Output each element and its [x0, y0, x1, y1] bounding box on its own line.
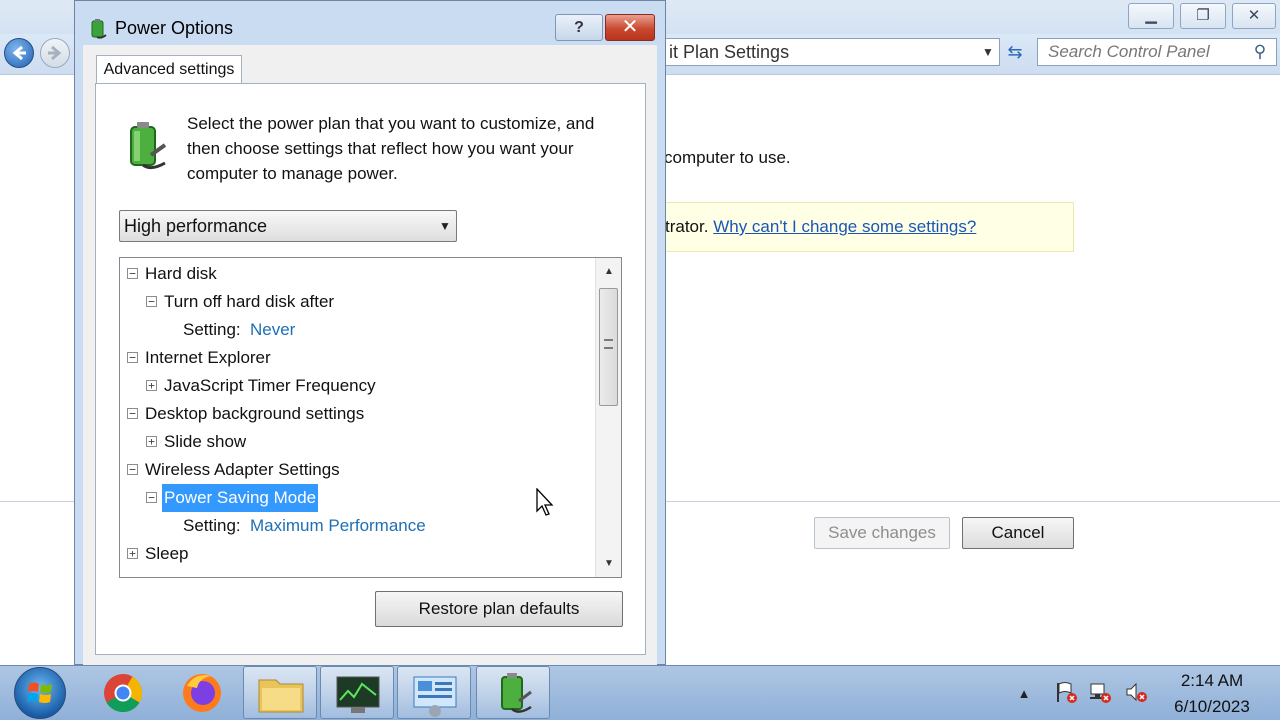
- windows-logo-icon: [27, 682, 52, 703]
- help-button[interactable]: ?: [555, 14, 603, 41]
- folder-icon: [258, 679, 304, 713]
- action-center-flag-icon[interactable]: [1054, 680, 1078, 704]
- clock-date[interactable]: 6/10/2023: [1164, 697, 1260, 717]
- firefox-icon: [183, 674, 221, 712]
- page-description: computer to use.: [664, 148, 791, 167]
- settings-tree[interactable]: − Hard disk − Turn off hard disk after S…: [119, 257, 622, 578]
- battery-plug-icon: [130, 122, 167, 170]
- forward-arrow-icon: [48, 45, 62, 61]
- tree-item-internet-explorer[interactable]: − Internet Explorer: [120, 344, 596, 372]
- back-button[interactable]: [4, 38, 34, 68]
- control-panel-icon: [413, 676, 457, 717]
- setting-key: Setting:: [183, 516, 241, 535]
- tree-label: Desktop background settings: [145, 404, 365, 423]
- restore-plan-defaults-button[interactable]: Restore plan defaults: [375, 591, 623, 627]
- tree-label: Hard disk: [145, 264, 217, 283]
- tree-item-desktop-background[interactable]: − Desktop background settings: [120, 400, 596, 428]
- tree-item-javascript-timer[interactable]: + JavaScript Timer Frequency: [120, 372, 596, 400]
- settings-help-link[interactable]: Why can't I change some settings?: [713, 217, 976, 236]
- power-options-icon: [91, 19, 107, 39]
- collapse-icon[interactable]: −: [127, 352, 138, 363]
- start-button[interactable]: [14, 667, 66, 719]
- show-hidden-icons-icon[interactable]: ▲: [1012, 682, 1036, 706]
- taskbar-chrome[interactable]: [86, 666, 160, 719]
- dialog-close-button[interactable]: ✕: [605, 14, 655, 41]
- tree-label: Turn off hard disk after: [164, 292, 335, 311]
- expand-icon[interactable]: +: [127, 548, 138, 559]
- scroll-down-icon[interactable]: ▼: [596, 553, 621, 575]
- refresh-icon[interactable]: ⇆: [1000, 38, 1030, 66]
- maximize-button[interactable]: ❐: [1180, 3, 1226, 29]
- volume-muted-icon[interactable]: [1124, 680, 1148, 704]
- tree-label: Sleep: [145, 544, 189, 563]
- forward-button[interactable]: [40, 38, 70, 68]
- tree-label-selected: Power Saving Mode: [162, 484, 319, 512]
- chevron-down-icon[interactable]: ▼: [978, 40, 998, 64]
- dialog-title: Power Options: [115, 18, 234, 38]
- address-input[interactable]: it Plan Settings: [660, 38, 1000, 66]
- tree-label: Internet Explorer: [145, 348, 271, 367]
- tree-item-hard-disk[interactable]: − Hard disk: [120, 260, 596, 288]
- info-bar-text: trator. Why can't I change some settings…: [665, 217, 976, 237]
- setting-key: Setting:: [183, 320, 241, 339]
- taskbar-firefox[interactable]: [165, 666, 239, 719]
- grip-icon: [604, 339, 613, 349]
- tree-label: Wireless Adapter Settings: [145, 460, 340, 479]
- info-text: trator.: [665, 217, 709, 236]
- power-plan-select[interactable]: High performance: [119, 210, 457, 242]
- scroll-up-icon[interactable]: ▲: [596, 260, 621, 284]
- clock-time[interactable]: 2:14 AM: [1172, 671, 1252, 691]
- back-arrow-icon: [12, 45, 26, 61]
- setting-value[interactable]: Never: [250, 316, 295, 344]
- taskbar-terminal[interactable]: [320, 666, 394, 719]
- battery-plug-icon: [501, 673, 532, 713]
- cancel-button[interactable]: Cancel: [962, 517, 1074, 549]
- tree-item-power-saving-mode[interactable]: − Power Saving Mode: [120, 484, 596, 512]
- power-options-dialog: Power Options ? ✕ Advanced settings Sele…: [74, 0, 666, 665]
- tree-item-slide-show[interactable]: + Slide show: [120, 428, 596, 456]
- minimize-button[interactable]: ▁: [1128, 3, 1174, 29]
- search-icon[interactable]: ⚲: [1248, 40, 1272, 64]
- tree-label: JavaScript Timer Frequency: [164, 376, 376, 395]
- tree-item-sleep[interactable]: + Sleep: [120, 540, 596, 568]
- search-input[interactable]: Search Control Panel: [1037, 38, 1277, 66]
- collapse-icon[interactable]: −: [127, 464, 138, 475]
- network-icon[interactable]: [1088, 680, 1112, 704]
- expand-icon[interactable]: +: [146, 380, 157, 391]
- chevron-down-icon[interactable]: ▼: [435, 210, 455, 242]
- mouse-cursor-icon: [536, 488, 554, 516]
- scroll-thumb[interactable]: [599, 288, 618, 406]
- setting-value[interactable]: Maximum Performance: [250, 512, 426, 540]
- tab-advanced-settings[interactable]: Advanced settings: [96, 55, 242, 85]
- taskbar-control-panel[interactable]: [397, 666, 471, 719]
- tree-label: Slide show: [164, 432, 247, 451]
- collapse-icon[interactable]: −: [146, 492, 157, 503]
- collapse-icon[interactable]: −: [127, 268, 138, 279]
- tree-item-wireless-adapter[interactable]: − Wireless Adapter Settings: [120, 456, 596, 484]
- dialog-description: Select the power plan that you want to c…: [187, 114, 595, 183]
- vertical-scrollbar[interactable]: ▲ ▼: [595, 258, 621, 577]
- collapse-icon[interactable]: −: [146, 296, 157, 307]
- tree-setting-power-saving[interactable]: Setting: Maximum Performance: [120, 512, 596, 540]
- collapse-icon[interactable]: −: [127, 408, 138, 419]
- taskbar-file-explorer[interactable]: [243, 666, 317, 719]
- monitor-graph-icon: [336, 676, 380, 713]
- window-close-button[interactable]: ✕: [1232, 3, 1276, 29]
- save-changes-button[interactable]: Save changes: [814, 517, 950, 549]
- expand-icon[interactable]: +: [146, 436, 157, 447]
- tree-setting-hard-disk[interactable]: Setting: Never: [120, 316, 596, 344]
- taskbar-power-options[interactable]: [476, 666, 550, 719]
- chrome-icon: [104, 674, 143, 713]
- tree-item-turn-off-hard-disk[interactable]: − Turn off hard disk after: [120, 288, 596, 316]
